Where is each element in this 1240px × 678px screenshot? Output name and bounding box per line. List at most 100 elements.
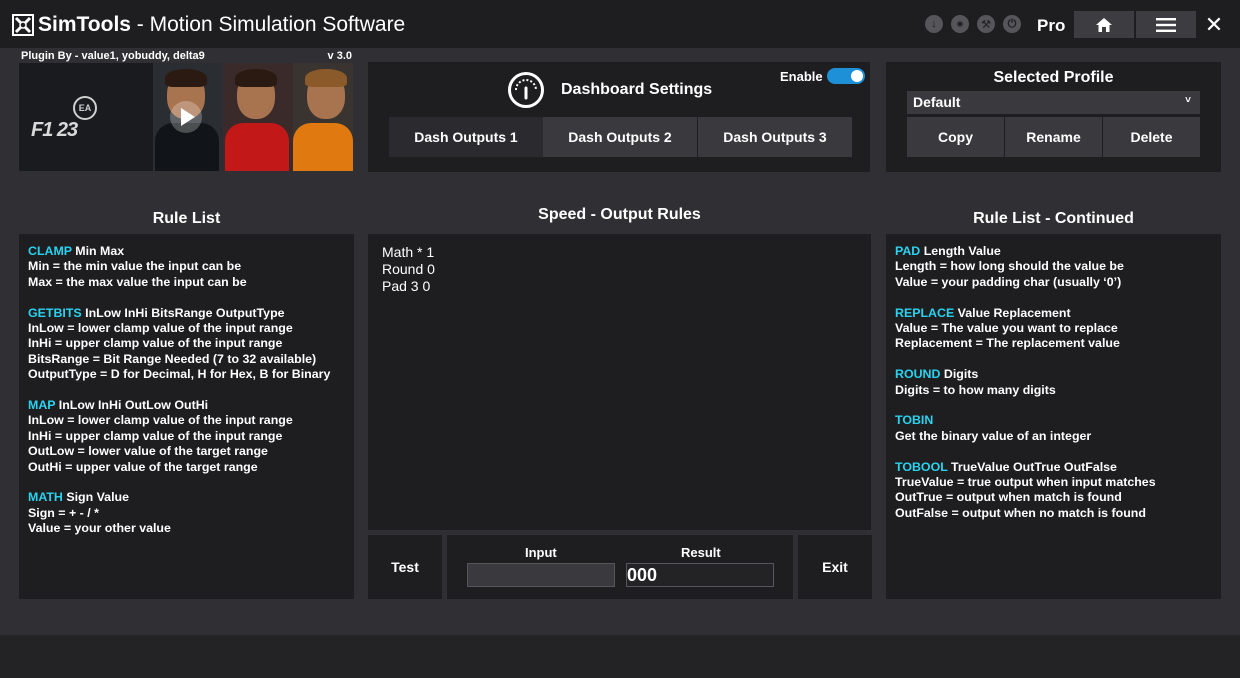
rule-line: Value = your padding char (usually ‘0’) [895,274,1122,289]
profile-dropdown[interactable]: Default ˅ [907,91,1200,114]
rule-line: Value = The value you want to replace [895,321,1118,336]
rule-line: InHi = upper clamp value of the input ra… [28,428,283,443]
title-bar: SimTools - Motion Simulation Software ↓ … [0,0,1240,48]
profile-title: Selected Profile [993,69,1114,86]
rule-line: BitsRange = Bit Range Needed (7 to 32 av… [28,351,317,366]
rule-line: OutputType = D for Decimal, H for Hex, B… [28,367,331,382]
rule-tobin: TOBIN Get the binary value of an integer [895,413,1221,444]
badge-icon[interactable]: ✷ [951,15,969,33]
enable-toggle[interactable] [827,68,865,84]
f1-23-logo: F1 23 [31,119,78,141]
home-icon [1096,17,1112,32]
play-icon[interactable] [169,100,203,134]
result-label: Result [681,545,721,560]
download-icon[interactable]: ↓ [925,15,943,33]
menu-icon [1156,17,1176,32]
rule-params: Length Value [920,244,1001,258]
rule-line: TrueValue = true output when input match… [895,475,1156,490]
app-title: SimTools - Motion Simulation Software [38,13,405,37]
rule-keyword: TOBIN [895,413,934,428]
rule-keyword: CLAMP [28,244,72,258]
tab-dash-outputs-3[interactable]: Dash Outputs 3 [698,117,852,157]
rule-line: Digits = to how many digits [895,382,1056,397]
rule-line: Max = the max value the input can be [28,274,247,289]
plugin-info: Plugin By - value1, yobuddy, delta9 v 3.… [20,50,353,63]
result-field: 000 [626,563,774,587]
rule-replace: REPLACE Value Replacement Value = The va… [895,306,1221,352]
output-rule-line: Math * 1 [382,244,435,260]
rule-keyword: TOBOOL [895,459,948,474]
test-input-field[interactable] [467,563,615,587]
rule-list-panel: CLAMP Min Max Min = the min value the in… [19,234,354,599]
tab-dash-outputs-1[interactable]: Dash Outputs 1 [389,117,543,157]
rule-tobool: TOBOOL TrueValue OutTrue OutFalse TrueVa… [895,460,1221,522]
enable-label: Enable [780,69,823,84]
copy-button[interactable]: Copy [907,117,1004,157]
rule-line: Get the binary value of an integer [895,428,1092,443]
rule-params: Sign Value [62,490,129,505]
rule-list-title: Rule List [152,210,221,227]
game-banner[interactable]: EA F1 23 [19,63,353,171]
rule-params: Value Replacement [954,305,1071,320]
rule-math: MATH Sign Value Sign = + - / * Value = y… [28,490,354,536]
rule-list-continued-panel: PAD Length Value Length = how long shoul… [886,234,1221,599]
menu-button[interactable] [1136,11,1196,38]
test-button[interactable]: Test [368,535,442,599]
rule-list-continued: PAD Length Value Length = how long shoul… [886,234,1221,521]
chevron-down-icon: ˅ [1185,95,1191,106]
exit-button[interactable]: Exit [798,535,872,599]
driver-image [223,63,293,171]
rule-keyword: ROUND [895,367,941,382]
rule-keyword: REPLACE [895,305,955,320]
rule-params: TrueValue OutTrue OutFalse [947,459,1117,474]
rule-params: InLow InHi OutLow OutHi [55,398,209,413]
rule-keyword: MATH [28,490,63,505]
rule-line: Sign = + - / * [28,505,99,520]
rule-line: Value = your other value [28,521,171,536]
driver-image [293,63,353,171]
home-button[interactable] [1074,11,1134,38]
rule-line: InLow = lower clamp value of the input r… [28,413,293,428]
output-rules-text: Math * 1 Round 0 Pad 3 0 [368,234,871,295]
rule-pad: PAD Length Value Length = how long shoul… [895,244,1221,290]
output-rules-editor[interactable]: Math * 1 Round 0 Pad 3 0 [368,234,871,530]
status-strip [0,635,1240,678]
ea-logo: EA [73,96,97,120]
edition-label: Pro [1037,16,1066,35]
test-io-panel: Input Result 000 [447,535,793,599]
rule-line: OutTrue = output when match is found [895,490,1122,505]
rule-line: Length = how long should the value be [895,259,1124,274]
rule-keyword: MAP [28,398,56,413]
rule-keyword: GETBITS [28,305,82,320]
output-rule-line: Pad 3 0 [382,278,431,294]
rule-params: Min Max [71,244,125,258]
profile-selected-value: Default [913,94,961,110]
output-rules-title: Speed - Output Rules [538,206,701,223]
rule-params: Digits [940,367,979,382]
tab-dash-outputs-2[interactable]: Dash Outputs 2 [543,117,697,157]
close-icon: ✕ [1204,11,1224,37]
delete-button[interactable]: Delete [1103,117,1200,157]
rule-list-continued-title: Rule List - Continued [973,210,1134,227]
rule-params: InLow InHi BitsRange OutputType [81,305,285,320]
rule-line: OutLow = lower value of the target range [28,444,268,459]
rule-keyword: PAD [895,244,921,258]
rule-getbits: GETBITS InLow InHi BitsRange OutputType … [28,306,354,383]
f1-logo-area: EA F1 23 [19,63,153,171]
close-button[interactable]: ✕ [1198,11,1230,38]
wrench-icon[interactable]: ⚒ [977,15,995,33]
gauge-icon [508,72,544,108]
rule-line: InHi = upper clamp value of the input ra… [28,336,283,351]
rename-button[interactable]: Rename [1005,117,1102,157]
output-rule-line: Round 0 [382,261,435,277]
plugin-version: v 3.0 [327,50,352,62]
titlebar-icon-group: ↓ ✷ ⚒ ⏻ [925,15,1021,33]
profile-panel: Selected Profile Default ˅ Copy Rename D… [886,62,1221,172]
rule-map: MAP InLow InHi OutLow OutHi InLow = lowe… [28,398,354,475]
power-icon[interactable]: ⏻ [1003,15,1021,33]
rule-round: ROUND Digits Digits = to how many digits [895,367,1221,398]
rule-line: InLow = lower clamp value of the input r… [28,321,293,336]
rule-line: OutHi = upper value of the target range [28,459,258,474]
dashboard-settings-title: Dashboard Settings [561,81,713,98]
input-label: Input [525,545,557,560]
